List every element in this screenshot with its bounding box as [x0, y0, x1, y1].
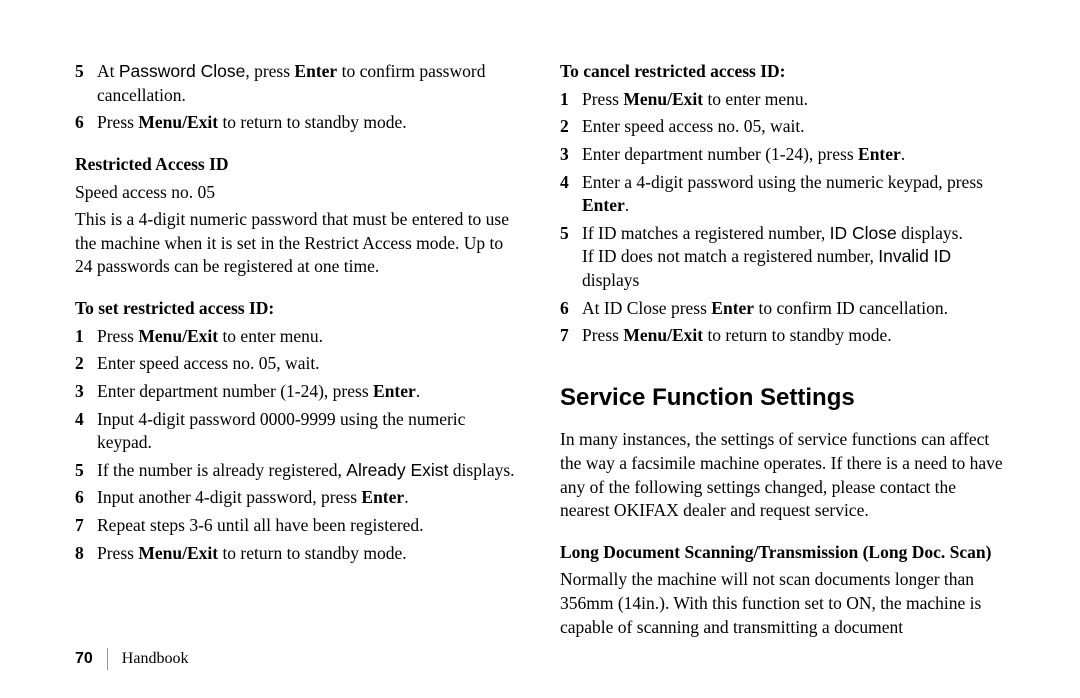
list-number: 2 [560, 115, 582, 139]
list-number: 3 [75, 380, 97, 404]
list-body: At Password Close, press Enter to confir… [97, 60, 520, 107]
list-number: 5 [560, 222, 582, 293]
page-number: 70 [75, 650, 93, 668]
list-item: 6Input another 4-digit password, press E… [75, 486, 520, 510]
list-body: Press Menu/Exit to return to standby mod… [582, 324, 1005, 348]
list-item: 7Press Menu/Exit to return to standby mo… [560, 324, 1005, 348]
long-doc-heading: Long Document Scanning/Transmission (Lon… [560, 541, 1005, 565]
long-doc-para: Normally the machine will not scan docum… [560, 568, 1005, 639]
list-body: Enter speed access no. 05, wait. [97, 352, 520, 376]
footer-divider [107, 648, 108, 670]
list-item: 3Enter department number (1-24), press E… [75, 380, 520, 404]
service-function-heading: Service Function Settings [560, 382, 1005, 414]
list-body: Input 4-digit password 0000-9999 using t… [97, 408, 520, 455]
list-number: 1 [75, 325, 97, 349]
list-body: Enter department number (1-24), press En… [97, 380, 520, 404]
service-function-para: In many instances, the settings of servi… [560, 428, 1005, 523]
list-item: 4Enter a 4-digit password using the nume… [560, 171, 1005, 218]
list-number: 6 [75, 111, 97, 135]
list-item: 6At ID Close press Enter to confirm ID c… [560, 297, 1005, 321]
restricted-access-desc: This is a 4-digit numeric password that … [75, 208, 520, 279]
list-body: Press Menu/Exit to return to standby mod… [97, 111, 520, 135]
list-body: Repeat steps 3-6 until all have been reg… [97, 514, 520, 538]
list-number: 6 [560, 297, 582, 321]
list-body: Press Menu/Exit to return to standby mod… [97, 542, 520, 566]
cancel-restricted-heading: To cancel restricted access ID: [560, 60, 1005, 84]
set-restricted-heading: To set restricted access ID: [75, 297, 520, 321]
list-body: Enter a 4-digit password using the numer… [582, 171, 1005, 218]
footer-label: Handbook [122, 650, 189, 668]
list-body: Enter speed access no. 05, wait. [582, 115, 1005, 139]
list-number: 3 [560, 143, 582, 167]
list-number: 4 [75, 408, 97, 455]
list-item: 5If the number is already registered, Al… [75, 459, 520, 483]
list-body: Press Menu/Exit to enter menu. [582, 88, 1005, 112]
left-column: 5At Password Close, press Enter to confi… [75, 60, 520, 643]
list-item: 6Press Menu/Exit to return to standby mo… [75, 111, 520, 135]
list-item: 2Enter speed access no. 05, wait. [560, 115, 1005, 139]
restricted-access-heading: Restricted Access ID [75, 153, 520, 177]
speed-access-line: Speed access no. 05 [75, 181, 520, 205]
list-body: Input another 4-digit password, press En… [97, 486, 520, 510]
list-number: 5 [75, 459, 97, 483]
list-item: 1Press Menu/Exit to enter menu. [560, 88, 1005, 112]
list-item: 4Input 4-digit password 0000-9999 using … [75, 408, 520, 455]
list-body: If ID matches a registered number, ID Cl… [582, 222, 1005, 293]
list-number: 5 [75, 60, 97, 107]
list-item: 3Enter department number (1-24), press E… [560, 143, 1005, 167]
list-body: At ID Close press Enter to confirm ID ca… [582, 297, 1005, 321]
page-footer: 70 Handbook [75, 648, 188, 670]
list-item: 5 If ID matches a registered number, ID … [560, 222, 1005, 293]
list-item: 2Enter speed access no. 05, wait. [75, 352, 520, 376]
list-body: If the number is already registered, Alr… [97, 459, 520, 483]
list-number: 7 [75, 514, 97, 538]
right-column: To cancel restricted access ID: 1Press M… [560, 60, 1005, 643]
list-body: Enter department number (1-24), press En… [582, 143, 1005, 167]
list-number: 2 [75, 352, 97, 376]
list-item: 7Repeat steps 3-6 until all have been re… [75, 514, 520, 538]
list-number: 8 [75, 542, 97, 566]
list-number: 7 [560, 324, 582, 348]
list-item: 5At Password Close, press Enter to confi… [75, 60, 520, 107]
list-body: Press Menu/Exit to enter menu. [97, 325, 520, 349]
list-number: 1 [560, 88, 582, 112]
page-content: 5At Password Close, press Enter to confi… [0, 0, 1080, 643]
list-number: 6 [75, 486, 97, 510]
list-item: 1Press Menu/Exit to enter menu. [75, 325, 520, 349]
list-number: 4 [560, 171, 582, 218]
list-item: 8Press Menu/Exit to return to standby mo… [75, 542, 520, 566]
